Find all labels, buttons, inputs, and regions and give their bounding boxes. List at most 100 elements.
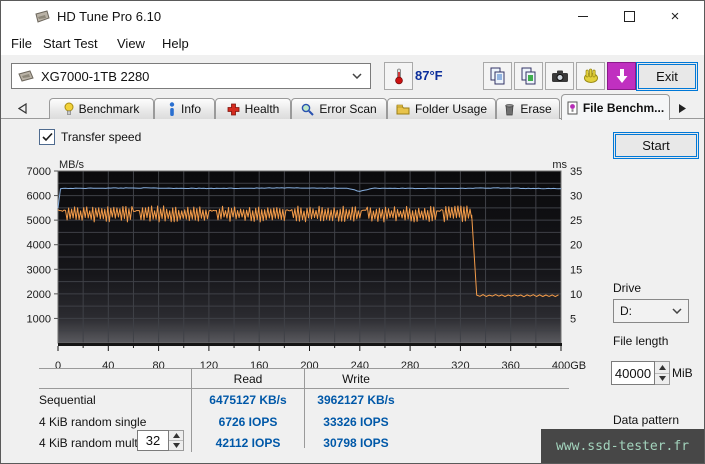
row-label-random-multi: 4 KiB random multi: [39, 436, 141, 450]
tab-strip: Benchmark Info Health Error Scan Folder …: [1, 94, 704, 120]
camera-icon: [551, 70, 568, 82]
transfer-speed-checkbox[interactable]: Transfer speed: [39, 129, 141, 145]
info-icon: [168, 102, 176, 116]
svg-text:5: 5: [570, 313, 576, 325]
transfer-speed-label: Transfer speed: [61, 130, 142, 144]
copy-icon: [490, 67, 504, 85]
start-button[interactable]: Start: [613, 132, 699, 159]
exit-button[interactable]: Exit: [636, 62, 698, 91]
transfer-speed-chart: 0 40 80 120 160 200 240 280 320 360 400GB 1000 2000 3…: [1, 159, 601, 372]
tab-erase[interactable]: Erase: [496, 98, 560, 119]
svg-text:25: 25: [570, 215, 582, 227]
tab-error-scan-label: Error Scan: [319, 102, 377, 116]
spin-up-button[interactable]: [169, 431, 183, 441]
minimize-icon: [578, 15, 588, 17]
tab-info-label: Info: [180, 102, 201, 116]
svg-text:ms: ms: [552, 159, 567, 171]
copy-image-button[interactable]: [514, 62, 543, 90]
tab-benchmark-label: Benchmark: [78, 102, 140, 116]
svg-text:5000: 5000: [27, 215, 51, 227]
copy-image-icon: [521, 67, 535, 85]
menu-bar: File Start Test View Help: [1, 31, 704, 55]
arrow-down-icon: [172, 443, 180, 448]
random-multi-write-value: 30798 IOPS: [323, 436, 389, 450]
app-disk-icon: [35, 10, 50, 23]
svg-text:6000: 6000: [27, 191, 51, 203]
svg-text:MB/s: MB/s: [59, 159, 85, 171]
tab-folder-usage[interactable]: Folder Usage: [387, 98, 496, 119]
screenshot-button[interactable]: [545, 62, 574, 90]
start-label: Start: [642, 138, 670, 153]
svg-text:3000: 3000: [27, 264, 51, 276]
close-icon: ×: [670, 7, 680, 25]
sequential-write-value: 3962127 KB/s: [317, 393, 395, 407]
chevron-down-icon: [352, 73, 362, 79]
temperature-value: 87°F: [415, 68, 443, 83]
arrow-left-icon: [17, 102, 27, 114]
watermark-text: www.ssd-tester.fr: [555, 438, 690, 454]
svg-text:7000: 7000: [27, 166, 51, 178]
hand-icon: [583, 68, 598, 83]
close-button[interactable]: ×: [652, 1, 698, 31]
svg-text:20: 20: [570, 240, 582, 252]
drive-selector-value: XG7000-1TB 2280: [41, 68, 150, 84]
row-label-sequential: Sequential: [39, 393, 96, 407]
tab-health-label: Health: [244, 102, 280, 116]
tab-benchmark[interactable]: Benchmark: [49, 98, 154, 119]
folder-icon: [396, 103, 410, 115]
queue-depth-spinner: [169, 430, 184, 451]
chevron-down-icon: [672, 308, 682, 314]
maximize-button[interactable]: [606, 1, 652, 31]
tab-file-benchmark-label: File Benchm...: [582, 100, 665, 115]
table-line: [191, 368, 192, 452]
queue-depth-field: 32: [137, 430, 184, 451]
drive-selector-combo[interactable]: XG7000-1TB 2280: [11, 63, 371, 89]
svg-text:35: 35: [570, 166, 582, 178]
menu-file[interactable]: File: [7, 34, 36, 53]
tab-info[interactable]: Info: [154, 98, 215, 119]
thermometer-icon: [394, 68, 403, 85]
minimize-button[interactable]: [560, 1, 606, 31]
temperature-button[interactable]: [384, 62, 413, 90]
sequential-read-value: 6475127 KB/s: [209, 393, 287, 407]
window-title: HD Tune Pro 6.10: [57, 9, 162, 24]
drive-label: Drive: [613, 281, 642, 295]
column-header-write: Write: [342, 372, 370, 386]
row-label-random-single: 4 KiB random single: [39, 415, 147, 429]
maximize-icon: [623, 10, 635, 22]
menu-view[interactable]: View: [113, 34, 149, 53]
tab-scroll-left-button[interactable]: [15, 101, 29, 115]
magnifier-icon: [301, 103, 315, 116]
tab-error-scan[interactable]: Error Scan: [291, 98, 387, 119]
check-icon: [41, 132, 53, 142]
donate-button[interactable]: [576, 62, 605, 90]
drive-dropdown-value: D:: [620, 304, 632, 318]
random-single-read-value: 6726 IOPS: [218, 415, 278, 429]
random-single-write-value: 33326 IOPS: [323, 415, 389, 429]
title-bar: HD Tune Pro 6.10 ×: [1, 1, 704, 31]
svg-text:10: 10: [570, 289, 582, 301]
random-multi-read-value: 42112 IOPS: [215, 436, 281, 450]
chart-canvas: 0 40 80 120 160 200 240 280 320 360 400GB100020003…: [27, 159, 587, 372]
watermark: www.ssd-tester.fr: [541, 429, 704, 463]
spin-down-button[interactable]: [169, 441, 183, 450]
download-arrow-icon: [616, 69, 627, 83]
exit-label: Exit: [656, 69, 678, 84]
tab-erase-label: Erase: [520, 102, 552, 116]
save-results-button[interactable]: [607, 62, 636, 90]
drive-dropdown[interactable]: D:: [613, 299, 689, 323]
menu-start-test[interactable]: Start Test: [39, 34, 102, 53]
file-benchmark-page: Transfer speed 0 40 80 120 160 200 240 280 320 36…: [1, 119, 704, 463]
arrow-up-icon: [172, 433, 180, 438]
disk-icon: [18, 70, 34, 82]
copy-text-button[interactable]: [483, 62, 512, 90]
svg-text:2000: 2000: [27, 289, 51, 301]
hd-tune-window: HD Tune Pro 6.10 × File Start Test View …: [0, 0, 705, 464]
queue-depth-input[interactable]: 32: [137, 430, 169, 451]
menu-help[interactable]: Help: [158, 34, 193, 53]
checkbox-box: [39, 129, 55, 145]
tab-file-benchmark[interactable]: File Benchm...: [561, 94, 670, 120]
tab-health[interactable]: Health: [215, 98, 291, 119]
svg-text:30: 30: [570, 191, 582, 203]
tab-scroll-right-button[interactable]: [675, 101, 689, 115]
